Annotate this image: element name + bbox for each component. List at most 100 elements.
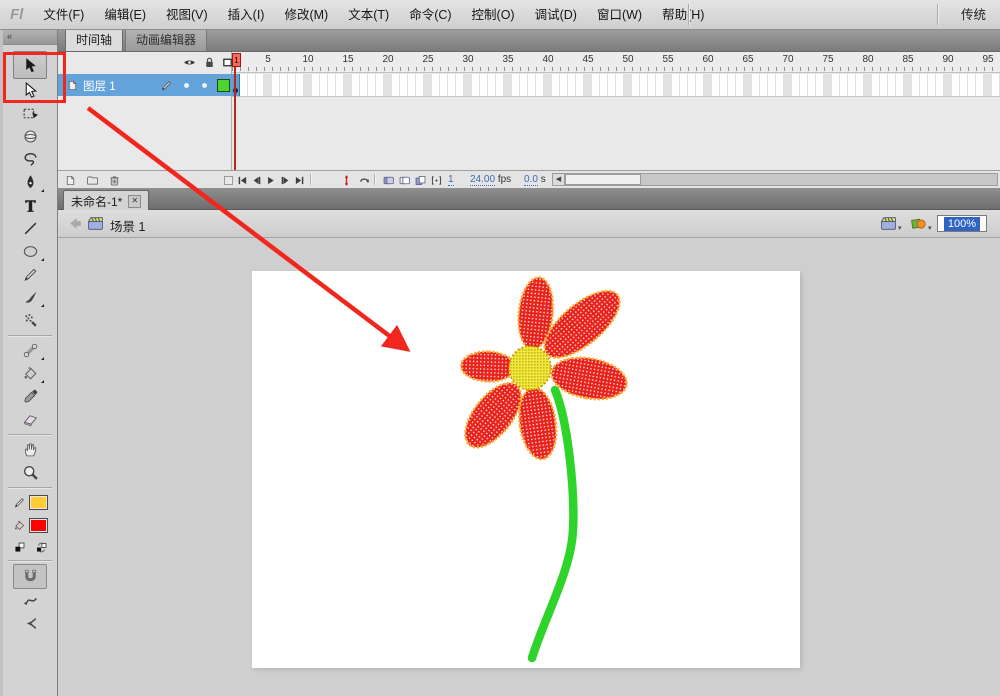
- menu-item-10[interactable]: 帮助(H): [652, 0, 714, 30]
- edit-multiple-frames-button[interactable]: [412, 173, 428, 187]
- document-tab[interactable]: 未命名-1* ✕: [63, 190, 150, 211]
- onion-skin-outlines-button[interactable]: [396, 173, 412, 187]
- frame-cell[interactable]: [664, 74, 672, 96]
- frame-cell[interactable]: [656, 74, 664, 96]
- frame-cell[interactable]: [920, 74, 928, 96]
- modify-markers-button[interactable]: [428, 173, 444, 187]
- workspace-switcher[interactable]: 传统: [945, 0, 1000, 30]
- smooth-option[interactable]: [14, 589, 46, 612]
- frame-cell[interactable]: [736, 74, 744, 96]
- layer-name[interactable]: 图层 1: [83, 78, 116, 94]
- frame-cell[interactable]: [792, 74, 800, 96]
- frame-grid[interactable]: [232, 74, 1000, 97]
- frame-cell[interactable]: [296, 74, 304, 96]
- frame-cell[interactable]: [560, 74, 568, 96]
- scene-breadcrumb[interactable]: 场景 1: [110, 216, 145, 235]
- frame-cell[interactable]: [808, 74, 816, 96]
- frame-cell[interactable]: [424, 74, 432, 96]
- text-tool[interactable]: [14, 194, 46, 217]
- menu-item-0[interactable]: 文件(F): [33, 0, 94, 30]
- tools-panel-collapse-button[interactable]: «: [3, 30, 57, 45]
- onion-marker-icon[interactable]: [338, 173, 354, 187]
- timeline-ruler[interactable]: 1 5 10 15 20 25 30 35 40 45 50 55 60 65 70 75 80 85 90 95: [232, 52, 1000, 73]
- frame-cell[interactable]: [888, 74, 896, 96]
- frame-cell[interactable]: [832, 74, 840, 96]
- stroke-color-control[interactable]: [7, 491, 53, 514]
- frame-cell[interactable]: [608, 74, 616, 96]
- layer-lock-dot[interactable]: [202, 83, 207, 88]
- frame-cell[interactable]: [496, 74, 504, 96]
- frame-cell[interactable]: [696, 74, 704, 96]
- frame-cell[interactable]: [304, 74, 312, 96]
- menu-item-2[interactable]: 视图(V): [156, 0, 218, 30]
- pasteboard[interactable]: [58, 238, 1000, 696]
- tab-timeline[interactable]: 时间轴: [65, 27, 124, 51]
- menu-item-1[interactable]: 编辑(E): [94, 0, 156, 30]
- subselection-tool[interactable]: [14, 79, 46, 102]
- frame-cell[interactable]: [856, 74, 864, 96]
- frame-cell[interactable]: [944, 74, 952, 96]
- frame-cell[interactable]: [488, 74, 496, 96]
- frame-cell[interactable]: [552, 74, 560, 96]
- frame-cell[interactable]: [648, 74, 656, 96]
- frame-cell[interactable]: [472, 74, 480, 96]
- frame-rate-indicator[interactable]: 24.00 fps: [470, 174, 511, 186]
- hand-tool[interactable]: [14, 438, 46, 461]
- frame-cell[interactable]: [728, 74, 736, 96]
- frame-cell[interactable]: [744, 74, 752, 96]
- frame-cell[interactable]: [272, 74, 280, 96]
- frame-cell[interactable]: [240, 74, 248, 96]
- frame-cell[interactable]: [480, 74, 488, 96]
- stage[interactable]: [252, 271, 800, 668]
- frame-cell[interactable]: [568, 74, 576, 96]
- swap-colors-button[interactable]: [33, 539, 49, 555]
- go-to-last-frame-button[interactable]: [291, 173, 307, 187]
- frame-cell[interactable]: [248, 74, 256, 96]
- document-close-icon[interactable]: ✕: [128, 194, 142, 208]
- frame-cell[interactable]: [592, 74, 600, 96]
- loop-button[interactable]: [356, 173, 372, 187]
- frame-cell[interactable]: [864, 74, 872, 96]
- frame-cell[interactable]: [512, 74, 520, 96]
- frame-cell[interactable]: [312, 74, 320, 96]
- frame-cell[interactable]: [600, 74, 608, 96]
- frame-cell[interactable]: [632, 74, 640, 96]
- current-frame-indicator[interactable]: 1: [448, 174, 454, 186]
- oval-tool[interactable]: [14, 240, 46, 263]
- eyedropper-tool[interactable]: [14, 385, 46, 408]
- frame-cell[interactable]: [816, 74, 824, 96]
- menu-item-6[interactable]: 命令(C): [399, 0, 461, 30]
- onion-skin-button[interactable]: [380, 173, 396, 187]
- playhead-line[interactable]: [234, 65, 236, 170]
- paint-bucket-tool[interactable]: [14, 362, 46, 385]
- edit-symbols-button[interactable]: ▾: [910, 215, 932, 232]
- frame-cell[interactable]: [768, 74, 776, 96]
- elapsed-time-indicator[interactable]: 0.0 s: [524, 174, 546, 186]
- eraser-tool[interactable]: [14, 408, 46, 431]
- frame-cell[interactable]: [704, 74, 712, 96]
- frame-cell[interactable]: [960, 74, 968, 96]
- frame-cell[interactable]: [720, 74, 728, 96]
- frame-cell[interactable]: [320, 74, 328, 96]
- frame-cell[interactable]: [976, 74, 984, 96]
- frame-cell[interactable]: [760, 74, 768, 96]
- frame-cell[interactable]: [880, 74, 888, 96]
- frame-cell[interactable]: [992, 74, 1000, 96]
- bone-tool[interactable]: [14, 339, 46, 362]
- new-folder-button[interactable]: [84, 173, 100, 187]
- frame-cell[interactable]: [616, 74, 624, 96]
- scrollbar-thumb[interactable]: [565, 174, 641, 185]
- lock-all-layers-icon[interactable]: [203, 56, 216, 69]
- frame-cell[interactable]: [408, 74, 416, 96]
- frame-cell[interactable]: [456, 74, 464, 96]
- tab-motion-editor[interactable]: 动画编辑器: [125, 27, 208, 51]
- free-transform-tool[interactable]: [14, 102, 46, 125]
- pen-tool[interactable]: [14, 171, 46, 194]
- selection-tool[interactable]: [13, 51, 47, 79]
- zoom-level-input[interactable]: 100%: [937, 215, 987, 232]
- menu-item-3[interactable]: 插入(I): [218, 0, 275, 30]
- frame-cell[interactable]: [376, 74, 384, 96]
- frame-cell[interactable]: [280, 74, 288, 96]
- frame-cell[interactable]: [984, 74, 992, 96]
- frame-cell[interactable]: [576, 74, 584, 96]
